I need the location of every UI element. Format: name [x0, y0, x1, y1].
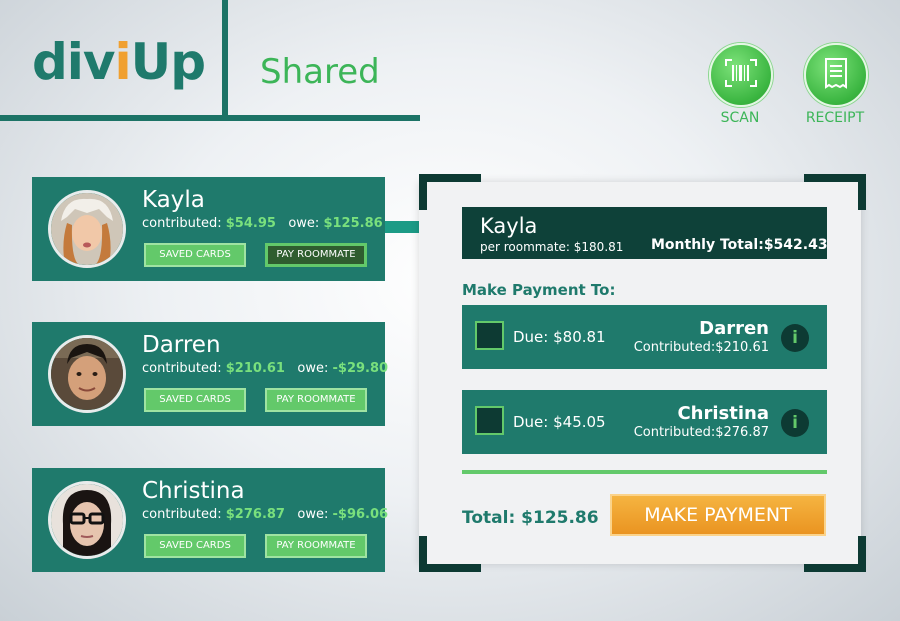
- roommate-name: Christina: [142, 478, 245, 504]
- payee-name: Christina: [677, 403, 769, 424]
- make-payment-button[interactable]: MAKE PAYMENT: [610, 494, 826, 536]
- owe-value: -$29.80: [332, 361, 389, 376]
- contributed-value: $54.95: [225, 216, 276, 231]
- pay-roommate-button[interactable]: PAY ROOMMATE: [265, 534, 367, 558]
- avatar: [48, 481, 126, 559]
- saved-cards-button[interactable]: SAVED CARDS: [144, 243, 246, 267]
- contributed-label: contributed:: [142, 507, 222, 522]
- payee-contributed: Contributed:$210.61: [633, 340, 769, 355]
- roommate-name: Darren: [142, 332, 221, 358]
- roommate-card-kayla[interactable]: Kayla contributed: $54.95 owe: $125.86 S…: [32, 177, 385, 281]
- roommate-balance: contributed: $210.61 owe: -$29.80: [142, 361, 388, 377]
- barcode-icon: [724, 58, 758, 92]
- info-icon[interactable]: i: [781, 409, 809, 437]
- payee-name: Darren: [699, 318, 769, 339]
- per-roommate-amount: per roommate: $180.81: [480, 240, 624, 254]
- logo-text-1: div: [32, 33, 116, 91]
- make-payment-to-heading: Make Payment To:: [462, 281, 616, 299]
- contributed-label: contributed:: [142, 216, 222, 231]
- logo-text-accent: i: [114, 33, 132, 91]
- panel-corner: [804, 564, 866, 572]
- saved-cards-button[interactable]: SAVED CARDS: [144, 388, 246, 412]
- logo-text-2: Up: [130, 33, 206, 91]
- panel-corner: [419, 174, 481, 182]
- roommate-card-christina[interactable]: Christina contributed: $276.87 owe: -$96…: [32, 468, 388, 572]
- app-logo: diviUp: [32, 32, 206, 92]
- panel-corner: [858, 536, 866, 572]
- due-amount: Due: $80.81: [513, 328, 606, 346]
- avatar: [48, 190, 126, 268]
- total-divider: [462, 470, 827, 474]
- owe-value: $125.86: [323, 216, 383, 231]
- payee-row-darren: Due: $80.81 Darren Contributed:$210.61 i: [462, 305, 827, 369]
- roommate-card-darren[interactable]: Darren contributed: $210.61 owe: -$29.80…: [32, 322, 388, 426]
- avatar: [48, 335, 126, 413]
- scan-label: SCAN: [720, 110, 760, 126]
- info-icon[interactable]: i: [781, 324, 809, 352]
- payee-checkbox[interactable]: [475, 406, 504, 435]
- owe-value: -$96.06: [332, 507, 389, 522]
- contributed-label: contributed:: [142, 361, 222, 376]
- due-amount: Due: $45.05: [513, 413, 606, 431]
- payee-row-christina: Due: $45.05 Christina Contributed:$276.8…: [462, 390, 827, 454]
- payment-total: Total: $125.86: [462, 508, 599, 528]
- roommate-name: Kayla: [142, 187, 205, 213]
- panel-corner: [419, 564, 481, 572]
- header-horizontal-divider: [0, 115, 420, 121]
- roommate-balance: contributed: $54.95 owe: $125.86: [142, 216, 383, 232]
- panel-corner: [419, 536, 427, 572]
- receipt-label: RECEIPT: [805, 110, 865, 126]
- owe-label: owe:: [297, 507, 329, 522]
- page-title: Shared: [260, 52, 380, 92]
- saved-cards-button[interactable]: SAVED CARDS: [144, 534, 246, 558]
- receipt-button[interactable]: [804, 43, 868, 107]
- pay-roommate-button[interactable]: PAY ROOMMATE: [265, 243, 367, 267]
- panel-corner: [804, 174, 866, 182]
- payee-contributed: Contributed:$276.87: [633, 425, 769, 440]
- scan-button[interactable]: [709, 43, 773, 107]
- owe-label: owe:: [297, 361, 329, 376]
- receipt-icon: [823, 57, 849, 93]
- header-vertical-divider: [222, 0, 228, 118]
- payer-name: Kayla: [480, 214, 538, 238]
- owe-label: owe:: [288, 216, 320, 231]
- payee-checkbox[interactable]: [475, 321, 504, 350]
- contributed-value: $276.87: [225, 507, 285, 522]
- contributed-value: $210.61: [225, 361, 285, 376]
- monthly-total: Monthly Total:$542.43: [651, 237, 828, 253]
- roommate-balance: contributed: $276.87 owe: -$96.06: [142, 507, 388, 523]
- panel-corner: [419, 174, 427, 210]
- card-panel-connector: [385, 221, 420, 233]
- panel-corner: [858, 174, 866, 210]
- pay-roommate-button[interactable]: PAY ROOMMATE: [265, 388, 367, 412]
